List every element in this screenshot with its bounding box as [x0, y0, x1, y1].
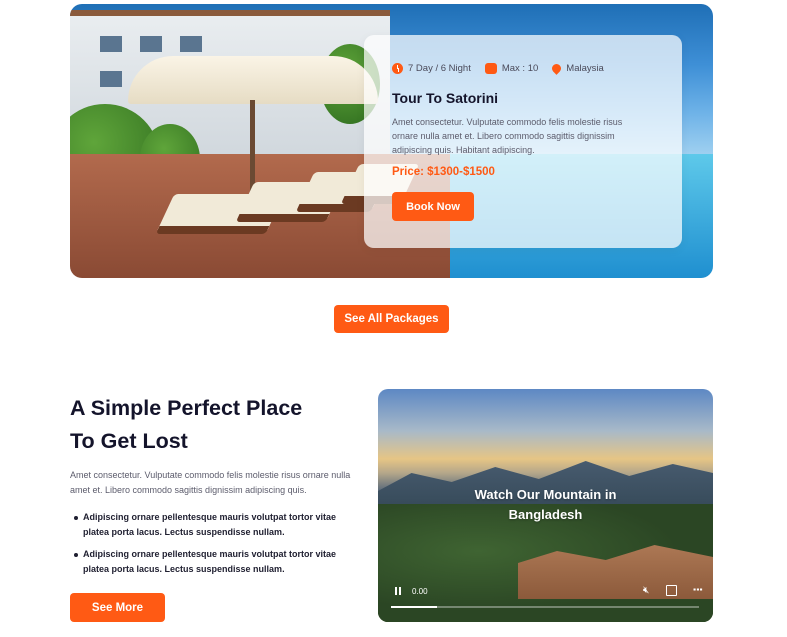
see-more-button[interactable]: See More	[70, 593, 165, 622]
video-progress-fill	[391, 606, 438, 608]
tour-duration-text: 7 Day / 6 Night	[408, 63, 471, 74]
umbrella	[128, 56, 378, 104]
tour-description: Amet consectetur. Vulputate commodo feli…	[392, 117, 623, 155]
bullet-item: Adipiscing ornare pellentesque mauris vo…	[73, 510, 348, 539]
book-now-button[interactable]: Book Now	[392, 192, 474, 221]
heading-line-1: A Simple Perfect Place	[70, 396, 303, 420]
pause-icon[interactable]	[393, 586, 403, 596]
group-icon	[484, 63, 497, 74]
tour-capacity-text: Max : 10	[501, 63, 539, 74]
clock-icon	[392, 63, 403, 74]
bullet-item: Adipiscing ornare pellentesque mauris vo…	[73, 547, 348, 576]
tour-location-text: Malaysia	[566, 63, 604, 74]
tour-title: Tour To Satorini	[392, 90, 499, 106]
video-title: Watch Our Mountain in Bangladesh	[378, 485, 713, 525]
tour-location: Malaysia	[550, 62, 604, 75]
tour-price: Price: $1300-$1500	[392, 166, 495, 178]
video-progress-bar[interactable]	[391, 606, 699, 608]
heading-line-2: To Get Lost	[70, 429, 188, 453]
video-player[interactable]: Watch Our Mountain in Bangladesh 0.00 🔇︎…	[378, 389, 713, 622]
section-lead: Amet consectetur. Vulputate commodo feli…	[70, 470, 351, 495]
tour-meta: 7 Day / 6 Night Max : 10 Malaysia	[392, 62, 604, 75]
see-all-packages-button[interactable]: See All Packages	[334, 305, 449, 333]
video-title-line-1: Watch Our Mountain in	[474, 487, 617, 502]
video-time: 0.00	[412, 587, 428, 596]
tour-duration: 7 Day / 6 Night	[392, 63, 471, 74]
more-vertical-icon[interactable]: ⋮	[691, 584, 704, 594]
section-heading: A Simple Perfect Place To Get Lost	[70, 392, 350, 458]
volume-mute-icon[interactable]: 🔇︎	[643, 585, 649, 596]
map-pin-icon	[550, 62, 564, 75]
tour-card: 7 Day / 6 Night Max : 10 Malaysia Tour T…	[364, 35, 682, 248]
video-title-line-2: Bangladesh	[508, 507, 583, 522]
fullscreen-icon[interactable]	[666, 585, 677, 596]
tour-capacity: Max : 10	[484, 63, 539, 74]
tour-hero-image: 7 Day / 6 Night Max : 10 Malaysia Tour T…	[70, 4, 713, 278]
